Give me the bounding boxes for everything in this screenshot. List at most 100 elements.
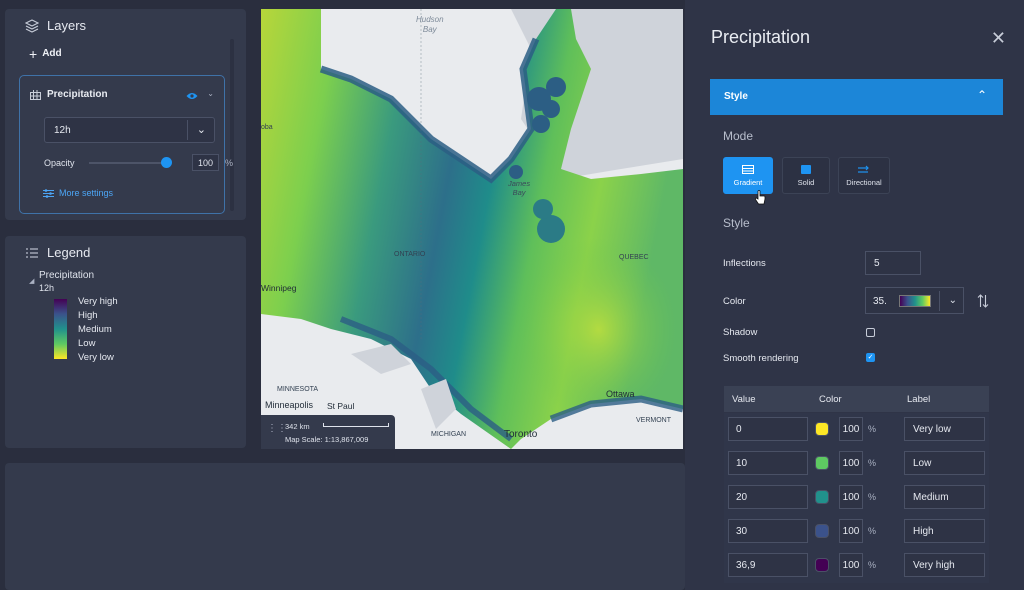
opacity-input[interactable]: 100 (192, 154, 219, 171)
bottom-panel (5, 463, 685, 590)
color-ramp-value: 35. (873, 296, 887, 307)
style-section-title: Style (724, 91, 748, 102)
legend-label: Very low (78, 352, 114, 363)
add-label: Add (42, 48, 62, 59)
collapse-caret-icon[interactable]: ◢ (29, 277, 34, 285)
legend-label: Low (78, 338, 96, 349)
eye-icon[interactable] (186, 92, 198, 100)
select-divider (187, 120, 188, 140)
opacity-row: Opacity 100 % (44, 153, 233, 173)
layer-name: Precipitation (47, 89, 108, 100)
map-label-vermont: VERMONT (636, 417, 671, 424)
row-opacity-unit: % (868, 560, 877, 570)
row-label-input[interactable]: High (904, 519, 985, 543)
color-label: Color (723, 296, 746, 307)
row-opacity-unit: % (868, 458, 877, 468)
legend-label: Very high (78, 296, 118, 307)
row-color-swatch[interactable] (815, 456, 829, 470)
row-color-swatch[interactable] (815, 558, 829, 572)
row-label-input[interactable]: Medium (904, 485, 985, 509)
map-label-toronto: Toronto (504, 429, 538, 440)
mode-solid-label: Solid (797, 178, 815, 187)
row-label-input[interactable]: Very high (904, 553, 985, 577)
row-opacity-input[interactable]: 100 (839, 417, 863, 441)
opacity-slider[interactable] (89, 162, 169, 164)
drag-handle-icon[interactable]: ⋮⋮ (267, 423, 287, 434)
row-value-input[interactable]: 30 (728, 519, 808, 543)
layers-scrollbar[interactable] (230, 39, 234, 211)
row-color-swatch[interactable] (815, 524, 829, 538)
row-opacity-unit: % (868, 526, 877, 536)
row-value-input[interactable]: 0 (728, 417, 808, 441)
color-ramp-preview (899, 295, 931, 307)
legend-panel: Legend ◢ Precipitation 12h Very high Hig… (5, 236, 246, 448)
inflection-table-header: Value Color Label (724, 386, 989, 412)
map-label-minneapolis: Minneapolis (265, 400, 314, 410)
mode-solid-button[interactable]: Solid (782, 157, 830, 194)
map-label-michigan: MICHIGAN (431, 431, 466, 438)
row-color-swatch[interactable] (815, 490, 829, 504)
smooth-rendering-checkbox[interactable]: ✓ (866, 353, 875, 362)
map-label-ontario: ONTARIO (394, 251, 426, 258)
legend-labels: Very high High Medium Low Very low (78, 296, 118, 366)
map-scale: Map Scale: 1:13,867,009 (285, 435, 369, 444)
legend-title: Legend (47, 245, 91, 260)
inflections-input[interactable]: 5 (865, 251, 921, 275)
scale-box[interactable]: ⋮⋮ 342 km Map Scale: 1:13,867,009 (261, 415, 395, 449)
hand-cursor-icon (754, 190, 766, 205)
close-icon[interactable]: ✕ (991, 28, 1006, 49)
table-row: 20 100 % Medium (724, 481, 989, 515)
row-label-input[interactable]: Very low (904, 417, 985, 441)
style-panel: Precipitation ✕ Style ⌃ Mode Gradient So… (685, 0, 1024, 590)
chevron-down-icon: ⌄ (196, 124, 206, 136)
row-opacity-unit: % (868, 492, 877, 502)
chevron-down-icon: ⌄ (948, 295, 957, 306)
mode-directional-button[interactable]: Directional (838, 157, 890, 194)
map-label-james-bay: James Bay (508, 179, 531, 197)
sliders-icon (43, 188, 54, 198)
more-settings-link[interactable]: More settings (43, 188, 113, 198)
layer-expand-chevron-icon[interactable]: ⌄ (207, 89, 214, 98)
shadow-checkbox[interactable] (866, 328, 875, 337)
style-section-header[interactable]: Style ⌃ (710, 79, 1003, 115)
row-opacity-input[interactable]: 100 (839, 553, 863, 577)
mode-directional-label: Directional (846, 178, 882, 187)
plus-icon: + (29, 45, 38, 62)
list-icon (26, 247, 38, 258)
swap-order-icon[interactable] (977, 294, 989, 308)
legend-label: Medium (78, 324, 112, 335)
scale-bar (323, 423, 389, 427)
layers-panel: Layers + Add Precipitation ⌄ 12h ⌄ Opaci… (5, 9, 246, 220)
grid-layer-icon (30, 90, 41, 100)
table-row: 0 100 % Very low (724, 413, 989, 447)
opacity-slider-thumb[interactable] (161, 157, 172, 168)
header-color: Color (819, 394, 842, 405)
map-label-hudson-bay: Hudson Bay (416, 15, 444, 34)
row-label-input[interactable]: Low (904, 451, 985, 475)
mode-gradient-button[interactable]: Gradient (723, 157, 773, 194)
color-ramp-select[interactable]: 35. ⌄ (865, 287, 964, 314)
map-view[interactable]: Hudson Bay James Bay ONTARIO QUEBEC oba … (261, 9, 683, 449)
time-select[interactable]: 12h ⌄ (44, 117, 215, 143)
table-row: 10 100 % Low (724, 447, 989, 481)
more-settings-label: More settings (59, 188, 114, 198)
row-opacity-input[interactable]: 100 (839, 485, 863, 509)
row-value-input[interactable]: 36,9 (728, 553, 808, 577)
header-value: Value (732, 394, 756, 405)
row-value-input[interactable]: 10 (728, 451, 808, 475)
directional-mode-icon (858, 165, 869, 173)
shadow-label: Shadow (723, 327, 758, 338)
table-row: 30 100 % High (724, 515, 989, 549)
mode-gradient-label: Gradient (733, 178, 763, 187)
select-divider (939, 291, 940, 311)
inflections-label: Inflections (723, 258, 766, 269)
legend-color-ramp (54, 299, 67, 359)
add-layer-button[interactable]: + Add (29, 45, 62, 62)
scale-distance: 342 km (285, 422, 310, 431)
map-label-st-paul: St Paul (327, 401, 355, 411)
map-canvas (261, 9, 683, 449)
row-opacity-input[interactable]: 100 (839, 451, 863, 475)
row-value-input[interactable]: 20 (728, 485, 808, 509)
row-opacity-input[interactable]: 100 (839, 519, 863, 543)
row-color-swatch[interactable] (815, 422, 829, 436)
